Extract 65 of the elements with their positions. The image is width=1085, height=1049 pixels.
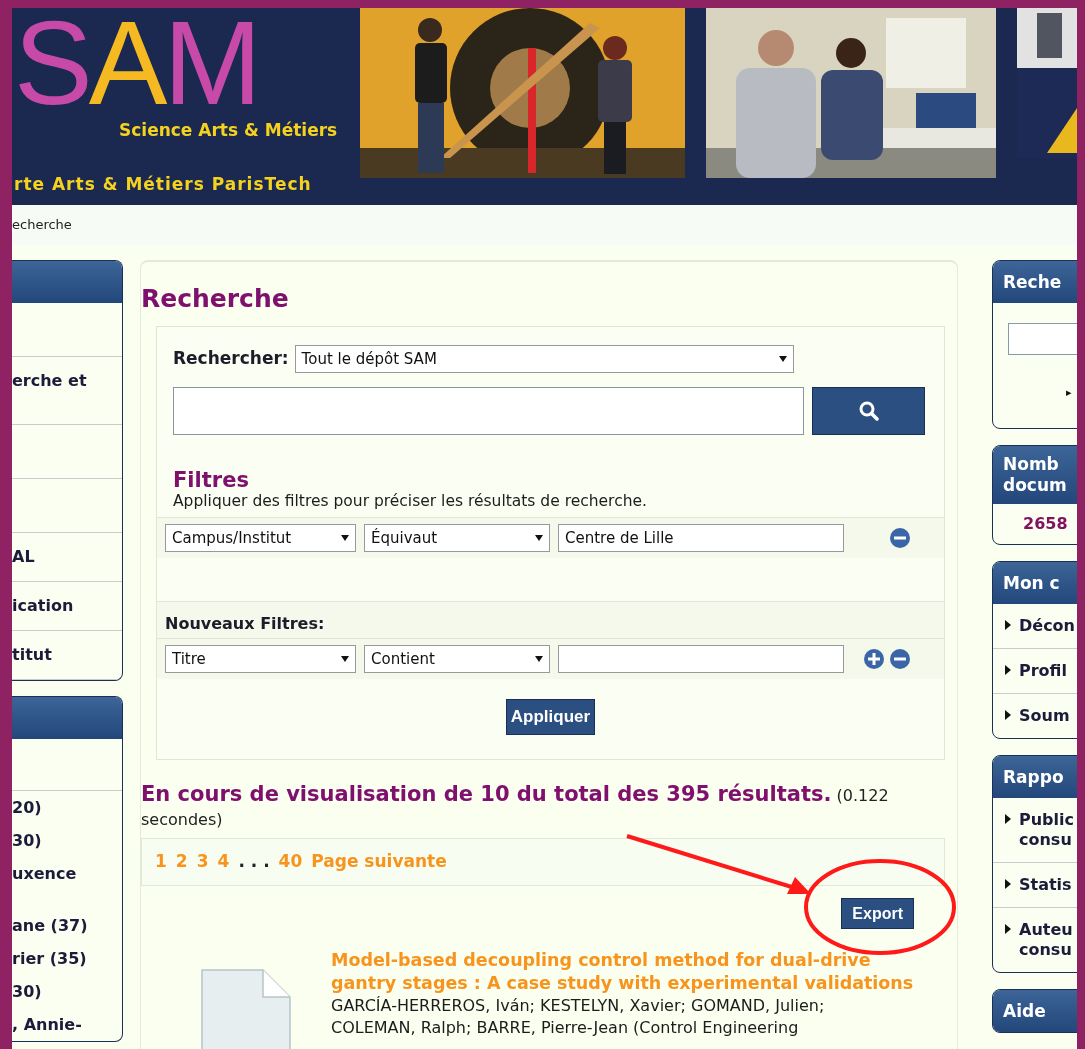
search-field[interactable] — [173, 387, 804, 435]
panel-title: Rappo — [1003, 766, 1065, 788]
result-authors: GARCÍA-HERREROS, Iván; KESTELYN, Xavier; GOMAND, Julien; — [331, 995, 826, 1017]
sidebar-link[interactable]: 30) — [12, 979, 42, 1004]
panel-title: Aide — [1003, 1000, 1047, 1022]
search-field[interactable] — [1008, 323, 1077, 355]
sidebar-link[interactable]: Profil — [1019, 661, 1077, 681]
breadcrumb[interactable]: echerche — [12, 215, 72, 235]
new-filters-title: Nouveaux Filtres: — [165, 614, 325, 633]
page-title: Recherche — [141, 284, 290, 314]
panel-title: Reche — [1003, 271, 1063, 293]
apply-button[interactable]: Appliquer — [505, 699, 596, 735]
caret-icon — [341, 535, 349, 541]
document-icon — [201, 969, 291, 1049]
results-summary: En cours de visualisation de 10 du total des 395 résultats. (0.122 secondes) — [141, 782, 890, 831]
sidebar-link[interactable]: uxence — [12, 861, 77, 886]
minus-icon[interactable] — [890, 528, 910, 548]
operator-select[interactable]: Équivaut — [364, 524, 550, 552]
filters-title: Filtres — [173, 469, 250, 491]
sidebar-link[interactable]: AL — [12, 545, 35, 569]
caret-icon — [535, 656, 543, 662]
document-count: 2658 — [1023, 513, 1068, 535]
sidebar-link[interactable]: ane (37) — [12, 913, 88, 938]
filters-hint: Appliquer des filtres pour préciser les résultats de recherche. — [173, 491, 648, 511]
logo-tagline: Science Arts & Métiers — [118, 119, 339, 142]
search-icon — [858, 401, 879, 421]
bullet-icon — [1005, 814, 1011, 824]
site-logo: SAM — [14, 8, 259, 118]
sidebar-link[interactable]: Soum — [1019, 706, 1077, 726]
sidebar-link[interactable]: , Annie- — [12, 1012, 82, 1037]
panel-title: Mon c — [1003, 572, 1061, 594]
caret-icon — [535, 535, 543, 541]
export-button[interactable]: Export — [841, 898, 914, 929]
bullet-icon — [1005, 710, 1011, 720]
bullet-icon — [1005, 665, 1011, 675]
sidebar-link[interactable]: erche et — [12, 369, 87, 393]
caret-icon — [778, 356, 787, 362]
minus-icon[interactable] — [890, 649, 910, 669]
sidebar-link[interactable]: ication — [12, 594, 74, 618]
scope-select[interactable]: Tout le dépôt SAM — [294, 345, 794, 373]
sidebar-link[interactable]: Statis — [1019, 875, 1077, 895]
bullet-icon — [1005, 924, 1011, 934]
sidebar-link[interactable]: Public consu — [1019, 810, 1077, 850]
sidebar-link[interactable]: 20) — [12, 795, 42, 820]
caret-icon — [341, 656, 349, 662]
result-authors: COLEMAN, Ralph; BARRE, Pierre-Jean (Control Engineering — [331, 1017, 800, 1039]
plus-icon[interactable] — [864, 649, 884, 669]
panel-title: Nomb docum — [1003, 454, 1068, 496]
sidebar-link[interactable]: titut — [12, 643, 52, 667]
filter-value-field[interactable]: Centre de Lille — [558, 524, 844, 552]
bullet-icon: ▸ — [1066, 385, 1072, 402]
search-button[interactable] — [812, 387, 925, 435]
bullet-icon — [1005, 879, 1011, 889]
filter-value-field[interactable] — [558, 645, 844, 673]
sidebar-link[interactable]: rier (35) — [12, 946, 87, 971]
sidebar-link[interactable]: 30) — [12, 828, 42, 853]
operator-select[interactable]: Contient — [364, 645, 550, 673]
sidebar-link[interactable]: Auteu consu — [1019, 920, 1077, 960]
field-select[interactable]: Titre — [165, 645, 356, 673]
page-ellipsis: . . . — [238, 850, 270, 874]
banner-subtitle: rte Arts & Métiers ParisTech — [14, 172, 313, 196]
field-select[interactable]: Campus/Institut — [165, 524, 356, 552]
sidebar-link[interactable]: Décon — [1019, 616, 1077, 636]
scope-label: Rechercher: — [173, 347, 289, 371]
bullet-icon — [1005, 620, 1011, 630]
